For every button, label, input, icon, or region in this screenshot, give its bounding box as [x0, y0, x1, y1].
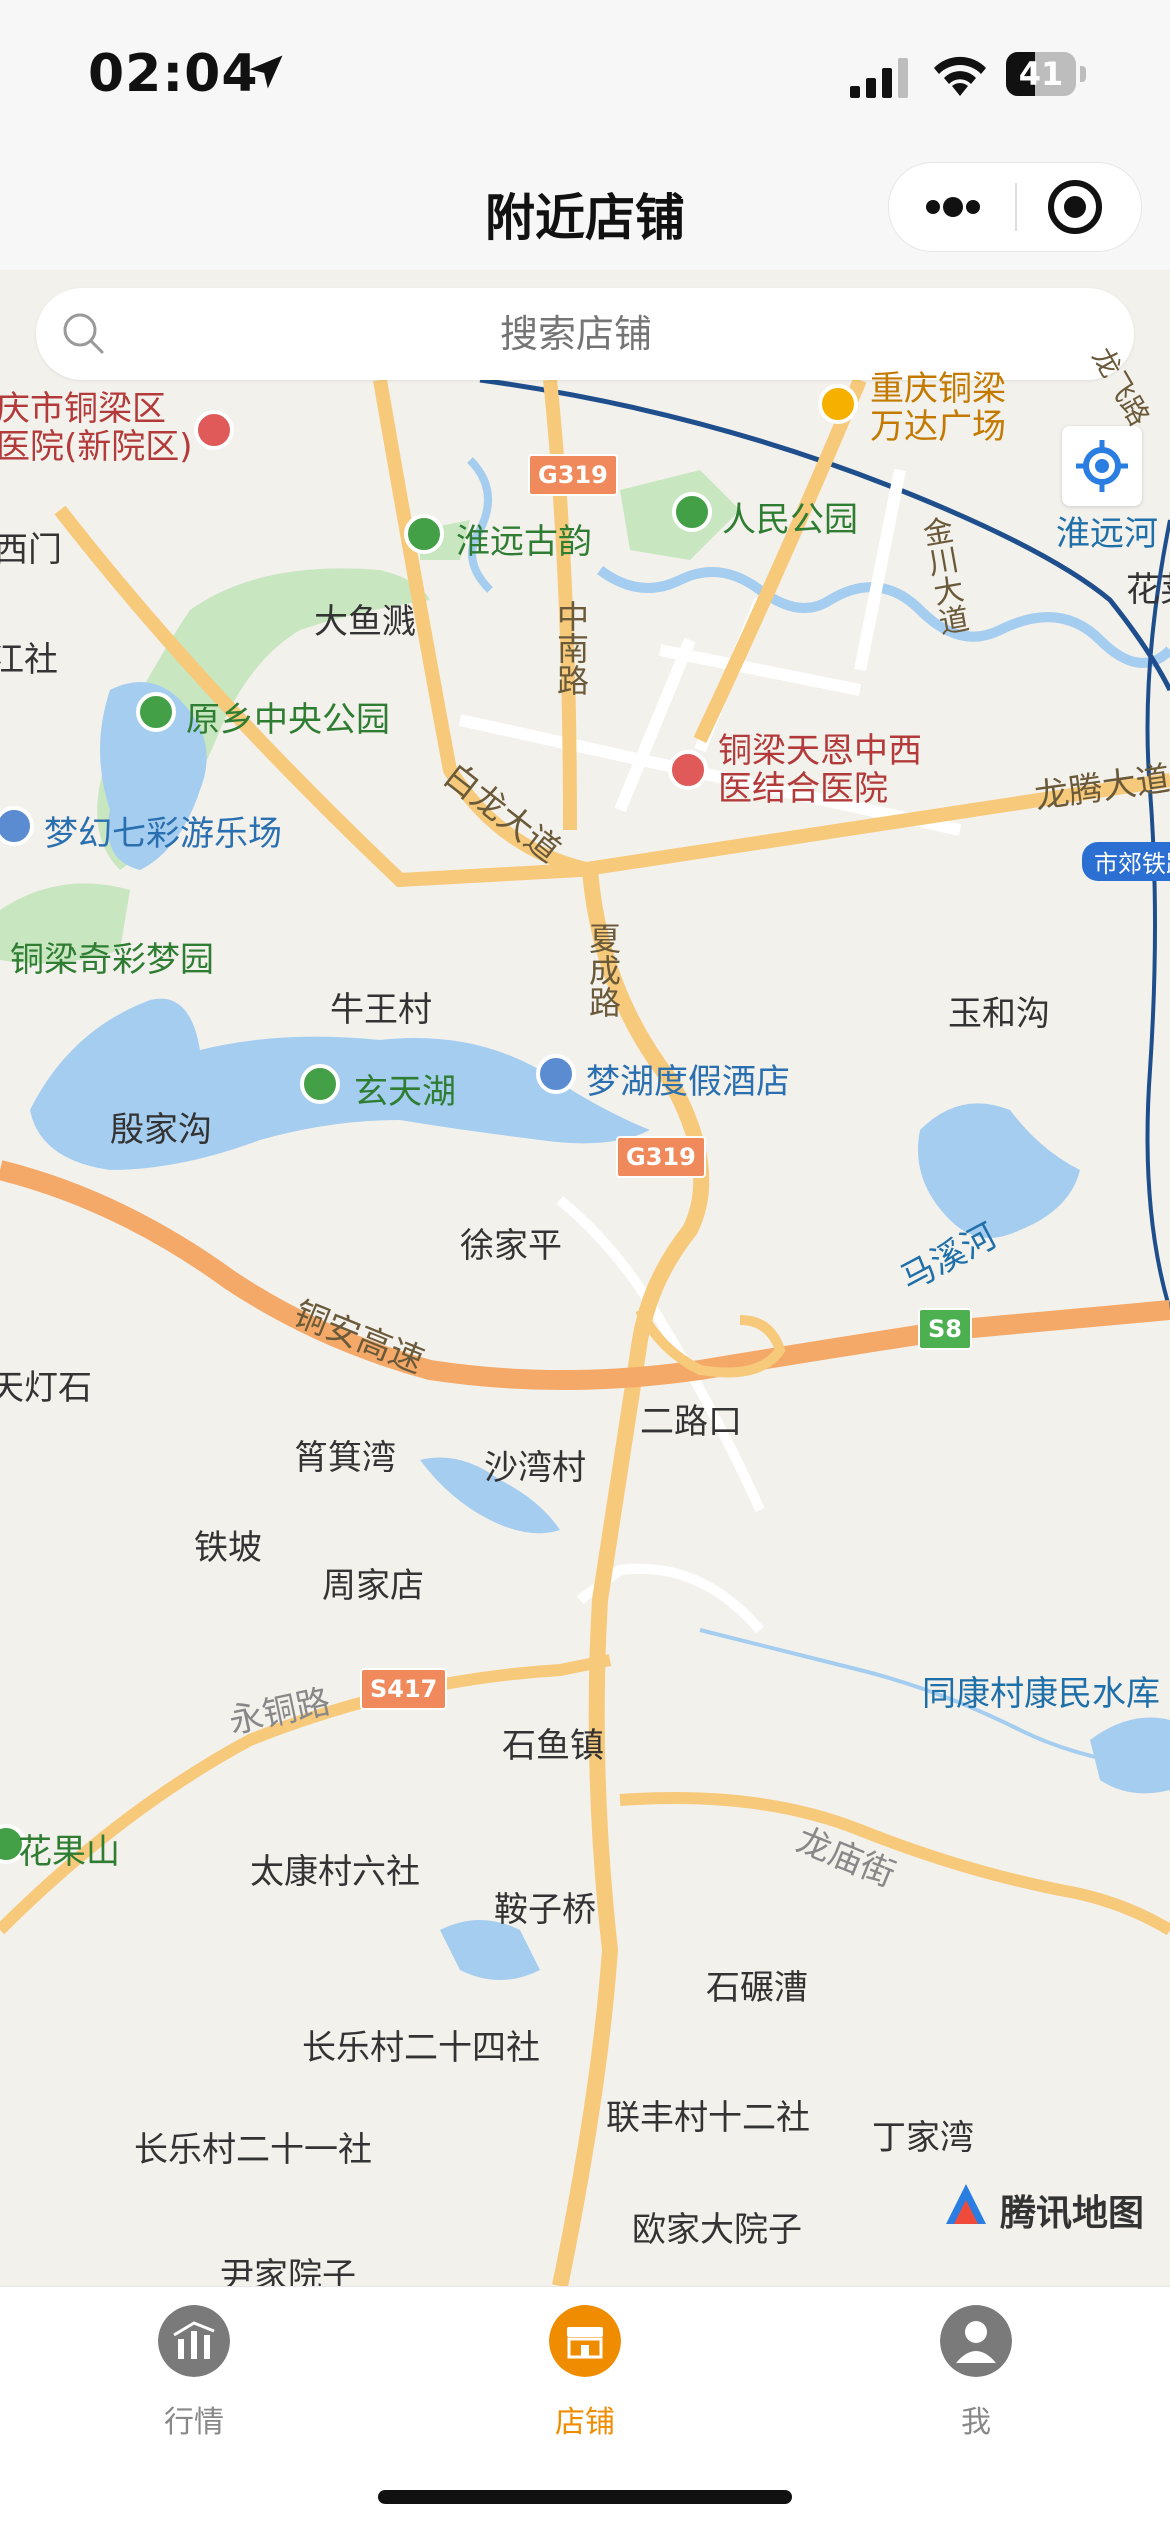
map-label: 牛王村 [330, 990, 432, 1030]
search-icon [63, 313, 104, 354]
map-label: 长乐村二十一社 [134, 2130, 372, 2170]
map-label: 丁家湾 [872, 2118, 974, 2158]
tab-label: 店铺 [555, 2405, 615, 2440]
miniprogram-capsule [888, 162, 1142, 252]
mall-pin-icon[interactable] [818, 384, 858, 424]
scenic-pin-icon[interactable] [300, 1064, 340, 1104]
route-shield-g319: G319 [616, 1136, 706, 1178]
wifi-icon [934, 56, 986, 96]
map-label: 长乐村二十四社 [302, 2028, 540, 2068]
tencent-map-logo: 腾讯地图 [940, 2180, 1144, 2234]
map-label: 人民公园 [722, 500, 858, 540]
map-label: 淮远河 [1056, 514, 1158, 554]
map-base-layer [0, 270, 1170, 2286]
status-time: 02:04 [88, 44, 259, 104]
tab-store[interactable]: 店铺 [485, 2305, 685, 2445]
tencent-map-icon [946, 2184, 986, 2224]
user-icon [940, 2305, 1012, 2377]
market-chart-icon [158, 2305, 230, 2377]
map-label: 周家店 [322, 1566, 424, 1606]
tab-market[interactable]: 行情 [94, 2305, 294, 2445]
map-label: 天灯石 [0, 1368, 92, 1408]
tab-label: 我 [961, 2405, 991, 2440]
tab-label: 行情 [164, 2405, 224, 2440]
map-label: 沙湾村 [484, 1448, 586, 1488]
map-label: 西门 [0, 530, 62, 570]
route-shield-s417: S417 [360, 1668, 448, 1710]
map-label: 梦幻七彩游乐场 [44, 814, 282, 854]
map-label: 淮远古韵 [456, 522, 592, 562]
home-indicator[interactable] [378, 2490, 792, 2504]
route-shield-s8: S8 [918, 1308, 972, 1350]
battery-icon: 41 [1006, 52, 1088, 98]
map-label: 中南路 [552, 600, 590, 696]
map-label: 重庆铜梁 万达广场 [870, 369, 1006, 447]
map-label: 尹家院子 [220, 2256, 356, 2286]
map-label: 庆市铜梁区 医院(新院区) [0, 389, 193, 467]
map-label: 大鱼溅 [314, 602, 416, 642]
map-attribution: 腾讯地图 [1000, 2193, 1145, 2234]
tab-bar: 行情 店铺 我 [0, 2286, 1170, 2533]
hospital-pin-icon[interactable] [194, 410, 234, 450]
search-input[interactable] [126, 288, 1026, 380]
status-bar: 02:04 41 [0, 0, 1170, 140]
hospital-pin-icon[interactable] [668, 750, 708, 790]
more-menu-icon[interactable] [889, 163, 1015, 251]
map-label: 殷家沟 [110, 1110, 212, 1150]
map-label: 江社 [0, 640, 58, 680]
map-label: 鞍子桥 [494, 1890, 596, 1930]
map-label: 花荚 [1126, 570, 1170, 610]
search-bar[interactable] [36, 288, 1134, 380]
map-label: 梦湖度假酒店 [586, 1062, 790, 1102]
map-label: 玄天湖 [354, 1072, 456, 1112]
park-pin-icon[interactable] [672, 492, 712, 532]
map-view[interactable]: G319 G319 S8 S417 庆市铜梁区 医院(新院区) 西门 江社 重庆… [0, 270, 1170, 2286]
battery-percent: 41 [1018, 55, 1064, 93]
map-label: 花果山 [18, 1832, 120, 1872]
crosshair-icon [1076, 440, 1128, 492]
map-label: 夏成路 [584, 922, 622, 1018]
map-label: 二路口 [640, 1402, 742, 1442]
map-label: 铁坡 [194, 1528, 262, 1568]
park-pin-icon[interactable] [136, 692, 176, 732]
map-label: 市郊铁路 [1082, 842, 1170, 881]
scenic-pin-icon[interactable] [404, 514, 444, 554]
close-target-icon[interactable] [1017, 163, 1141, 251]
map-label: 原乡中央公园 [186, 700, 390, 740]
location-arrow-icon [249, 55, 283, 89]
map-label: 徐家平 [460, 1226, 562, 1266]
map-label: 铜梁天恩中西 医结合医院 [718, 731, 922, 809]
map-label: 石鱼镇 [502, 1726, 604, 1766]
nav-bar: 附近店铺 [0, 140, 1170, 270]
store-icon [549, 2305, 621, 2377]
map-label: 太康村六社 [250, 1852, 420, 1892]
map-label: 同康村康民水库 [922, 1674, 1160, 1714]
map-label: 联丰村十二社 [606, 2098, 810, 2138]
map-label: 铜梁奇彩梦园 [10, 940, 214, 980]
map-label: 玉和沟 [948, 994, 1050, 1034]
locate-me-button[interactable] [1062, 426, 1142, 506]
map-label: 欧家大院子 [632, 2210, 802, 2250]
cellular-signal-icon [850, 58, 908, 98]
map-label: 筲箕湾 [294, 1438, 396, 1478]
tab-me[interactable]: 我 [876, 2305, 1076, 2445]
hotel-pin-icon[interactable] [536, 1054, 576, 1094]
route-shield-g319: G319 [528, 454, 618, 496]
map-label: 石碾漕 [706, 1968, 808, 2008]
